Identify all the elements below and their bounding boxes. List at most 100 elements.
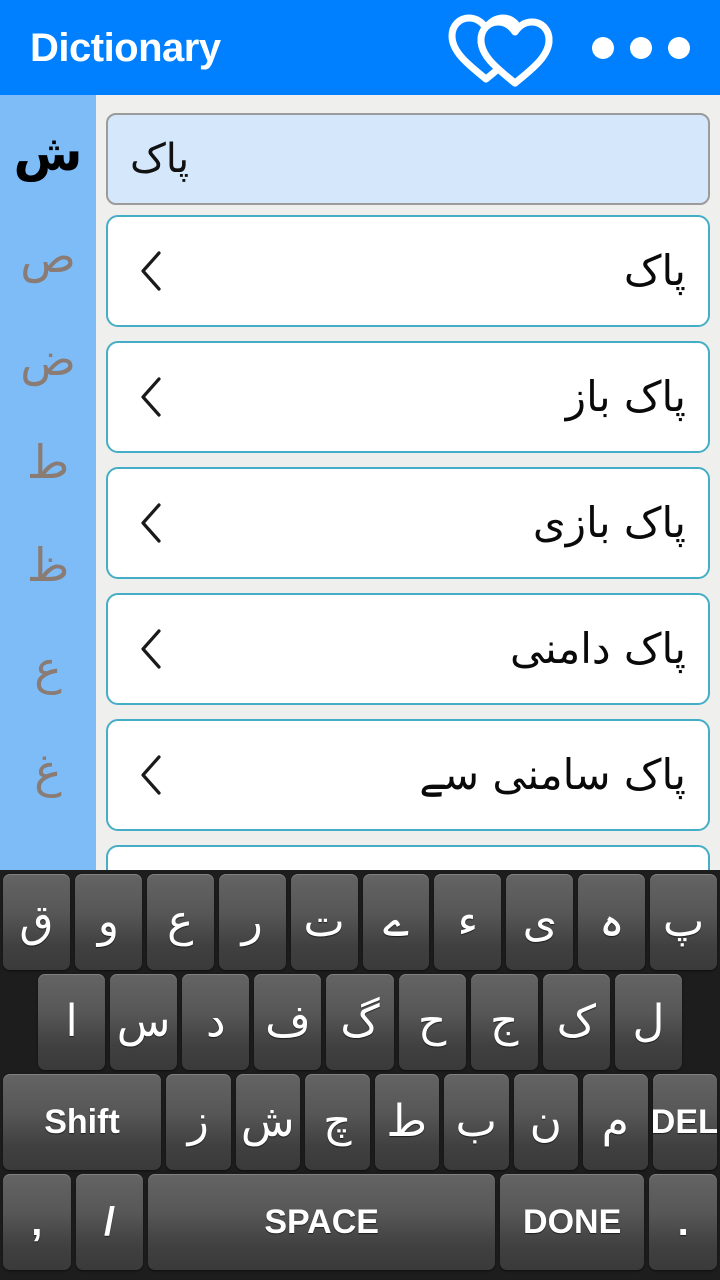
keyboard-row-2: اسدفگحجکل <box>0 974 720 1070</box>
key-label: گ <box>340 996 380 1047</box>
result-word: پاک دامنی <box>510 623 686 673</box>
key-م[interactable]: م <box>583 1074 648 1170</box>
key-ت[interactable]: ت <box>290 874 358 970</box>
sidebar-letter-1[interactable]: ص <box>0 204 96 307</box>
key-label: ہ <box>598 896 625 947</box>
overflow-dot <box>592 36 614 59</box>
key-ک[interactable]: ک <box>542 974 610 1070</box>
key-ج[interactable]: ج <box>470 974 538 1070</box>
key-ع[interactable]: ع <box>146 874 214 970</box>
key-ء[interactable]: ء <box>434 874 502 970</box>
sidebar-letter-0[interactable]: ش <box>0 101 96 204</box>
key-label: ج <box>490 996 519 1047</box>
key-label: چ <box>323 1096 352 1147</box>
result-card[interactable] <box>106 845 710 870</box>
key-label: ر <box>241 896 263 947</box>
key-ی[interactable]: ی <box>506 874 574 970</box>
results-list: پاک پاک باز پاک بازی پاک دامنی پاک سامنی سے <box>106 215 710 870</box>
key-ا[interactable]: ا <box>38 974 106 1070</box>
key-پ[interactable]: پ <box>650 874 718 970</box>
key-ز[interactable]: ز <box>166 1074 231 1170</box>
key-label: ع <box>167 896 194 947</box>
key-label: ز <box>187 1096 209 1147</box>
key-shift[interactable]: Shift <box>3 1074 162 1170</box>
chevron-left-icon <box>141 629 161 669</box>
key-ب[interactable]: ب <box>444 1074 509 1170</box>
chevron-left-icon <box>141 503 161 543</box>
key-label: ک <box>556 996 597 1047</box>
key-label: ا <box>65 996 78 1047</box>
double-heart-icon[interactable] <box>446 9 556 87</box>
key-ح[interactable]: ح <box>398 974 466 1070</box>
overflow-dot <box>668 36 690 59</box>
sidebar-letter-5[interactable]: ع <box>0 616 96 719</box>
app-header: Dictionary <box>0 0 720 95</box>
result-card[interactable]: پاک باز <box>106 341 710 453</box>
key-گ[interactable]: گ <box>326 974 394 1070</box>
result-word: پاک باز <box>565 371 686 421</box>
key-del[interactable]: DEL <box>652 1074 718 1170</box>
key-space[interactable]: SPACE <box>148 1174 495 1270</box>
key-,[interactable]: , <box>3 1174 71 1270</box>
key-label: ف <box>265 996 311 1047</box>
key-label: س <box>116 996 171 1047</box>
key-ن[interactable]: ن <box>513 1074 579 1170</box>
result-word: پاک سامنی سے <box>419 749 686 799</box>
keyboard-row-4: , / SPACE DONE. <box>0 1174 720 1270</box>
key-ر[interactable]: ر <box>218 874 286 970</box>
key-و[interactable]: و <box>74 874 142 970</box>
key-label: . <box>677 1200 689 1244</box>
key-label: DONE <box>523 1203 622 1241</box>
key-label: پ <box>662 896 705 947</box>
key-label: Shift <box>44 1103 120 1141</box>
key-label: م <box>601 1096 629 1147</box>
key-label: ح <box>417 996 447 1047</box>
result-card[interactable]: پاک دامنی <box>106 593 710 705</box>
sidebar-letter-6[interactable]: غ <box>0 719 96 822</box>
search-input-value: پاک <box>130 136 190 182</box>
result-word: پاک <box>623 245 686 295</box>
key-س[interactable]: س <box>110 974 178 1070</box>
sidebar-letter-3[interactable]: ط <box>0 410 96 513</box>
key-label: ی <box>522 896 558 947</box>
overflow-dot <box>630 36 652 59</box>
key-label: ے <box>383 896 409 947</box>
result-word: پاک بازی <box>532 497 686 547</box>
key-ق[interactable]: ق <box>3 874 70 970</box>
key-ہ[interactable]: ہ <box>578 874 646 970</box>
key-چ[interactable]: چ <box>305 1074 370 1170</box>
key-ف[interactable]: ف <box>254 974 322 1070</box>
key-/[interactable]: / <box>75 1174 144 1270</box>
page-title: Dictionary <box>30 25 221 70</box>
key-label: د <box>205 996 226 1047</box>
key-ل[interactable]: ل <box>614 974 682 1070</box>
key-label: DEL <box>652 1103 718 1141</box>
key-ط[interactable]: ط <box>374 1074 440 1170</box>
key-label: ل <box>632 996 665 1047</box>
key-label: / <box>103 1200 116 1244</box>
urdu-keyboard: ق و ع ر ت ے ء ی ہ پ ا س د ف گ ح ج ک ل Shift ز ش چ ط ب ن م DEL, / SPAC… <box>0 870 720 1280</box>
three-dots-icon[interactable] <box>586 27 696 69</box>
key-label: SPACE <box>264 1203 379 1241</box>
key-.[interactable]: . <box>649 1174 718 1270</box>
chevron-left-icon <box>141 251 161 291</box>
result-card[interactable]: پاک سامنی سے <box>106 719 710 831</box>
search-input[interactable]: پاک <box>106 113 710 205</box>
result-card[interactable]: پاک <box>106 215 710 327</box>
key-ے[interactable]: ے <box>362 874 430 970</box>
results-list-area: پاک پاک پاک باز پاک بازی پاک دامنی پاک سامنی… <box>96 95 720 870</box>
chevron-left-icon <box>141 377 161 417</box>
body-region: شصضطظعغ پاک پاک پاک باز پاک بازی پاک دامنی پ… <box>0 95 720 870</box>
result-card[interactable]: پاک بازی <box>106 467 710 579</box>
sidebar-letter-2[interactable]: ض <box>0 307 96 410</box>
key-ش[interactable]: ش <box>235 1074 301 1170</box>
alphabet-sidebar[interactable]: شصضطظعغ <box>0 95 96 870</box>
key-done[interactable]: DONE <box>499 1174 645 1270</box>
chevron-left-icon <box>141 755 161 795</box>
sidebar-letter-4[interactable]: ظ <box>0 513 96 616</box>
key-د[interactable]: د <box>182 974 250 1070</box>
key-label: ط <box>386 1096 428 1147</box>
key-label: ش <box>240 1096 295 1147</box>
key-label: , <box>31 1200 43 1244</box>
key-label: ت <box>303 896 345 947</box>
